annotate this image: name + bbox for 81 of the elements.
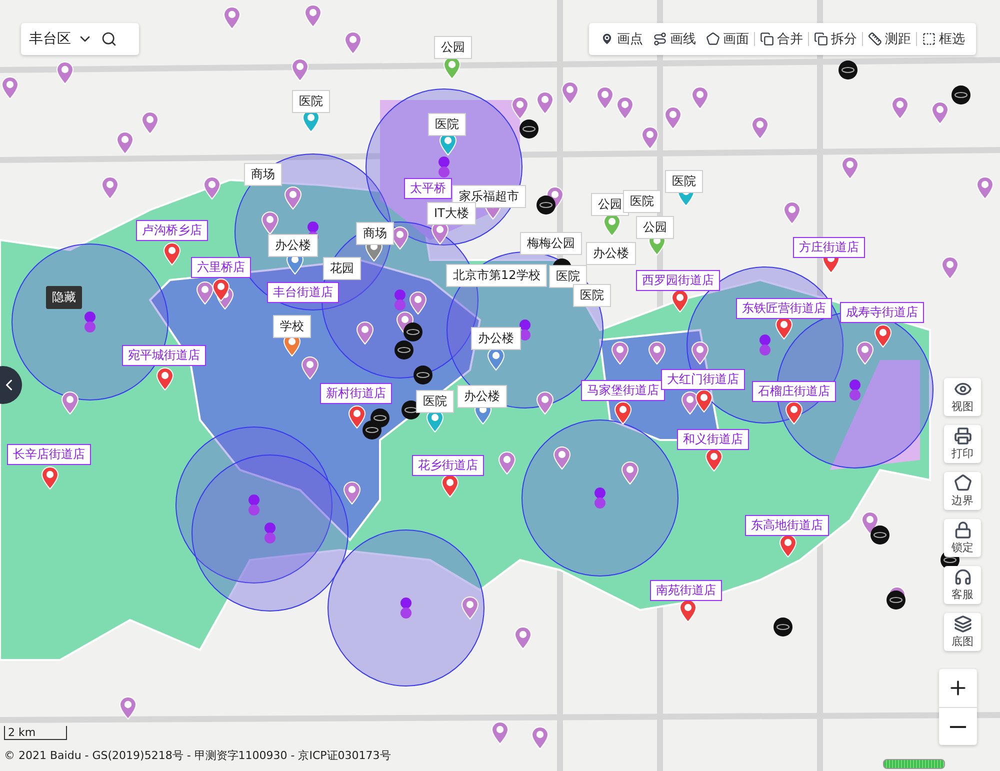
printer-icon: [954, 427, 972, 445]
poi-label: 学校: [273, 315, 311, 338]
side-tool-button[interactable]: 客服: [944, 566, 981, 604]
store-label: 马家堡街道店: [581, 380, 665, 401]
store-label: 卢沟桥乡店: [136, 220, 208, 241]
side-tool-button[interactable]: 打印: [944, 425, 981, 463]
poi-label: 商场: [244, 163, 282, 186]
eye-icon: [954, 380, 972, 398]
poi-label: 商场: [356, 222, 394, 245]
store-label: 长辛店街道店: [7, 444, 91, 465]
store-label: 成寿寺街道店: [840, 302, 924, 323]
poi-label: 医院: [549, 265, 587, 288]
district-select[interactable]: 丰台区: [29, 30, 93, 48]
ruler-icon: [868, 32, 882, 46]
tool-button[interactable]: 测距: [863, 30, 916, 48]
tool-button[interactable]: 画点: [595, 30, 648, 48]
marker-dots-icon: [849, 379, 861, 401]
store-label: 大红门街道店: [661, 369, 745, 390]
tooltip: 隐藏: [46, 286, 82, 309]
pentagon-icon: [954, 474, 972, 492]
poi-label: 公园: [636, 216, 674, 239]
store-label: 石榴庄街道店: [752, 381, 836, 402]
poi-label: 办公楼: [586, 242, 636, 265]
marker-dots-icon: [438, 156, 450, 178]
store-label: 东铁匠营街道店: [736, 298, 832, 319]
headset-icon: [954, 568, 972, 586]
store-label: 和义街道店: [677, 429, 749, 450]
scale-bar: 2 km: [4, 726, 67, 740]
lock-icon: [954, 521, 972, 539]
store-label: 方庄街道店: [793, 237, 865, 258]
side-tool-button[interactable]: 底图: [944, 613, 981, 651]
minus-icon: [950, 726, 966, 728]
poi-label: 公园: [434, 36, 472, 59]
tool-button[interactable]: 合并: [755, 30, 808, 48]
layers-icon: [954, 615, 972, 633]
marker-dots-icon: [400, 597, 412, 619]
tool-button[interactable]: 画线: [648, 30, 701, 48]
tool-button[interactable]: 拆分: [809, 30, 862, 48]
side-tool-button[interactable]: 锁定: [944, 519, 981, 557]
poi-label: 家乐福超市: [452, 185, 526, 208]
poi-label: 医院: [292, 90, 330, 113]
poi-label: 医院: [665, 170, 703, 193]
poi-label: 医院: [428, 113, 466, 136]
marker-dots-icon: [759, 334, 771, 356]
poi-label: IT大楼: [427, 202, 476, 225]
store-label: 六里桥店: [191, 257, 251, 278]
poi-label: 梅梅公园: [520, 232, 582, 255]
store-label: 花乡街道店: [412, 455, 484, 476]
poi-label: 花园: [323, 257, 361, 280]
store-label: 东高地街道店: [745, 515, 829, 536]
store-label: 太平桥: [404, 178, 452, 199]
poi-label: 北京市第12学校: [446, 264, 548, 287]
store-label: 宛平城街道店: [122, 345, 206, 366]
side-tool-button[interactable]: 视图: [944, 378, 981, 416]
store-label: 丰台街道店: [267, 282, 339, 303]
marker-dots-icon: [394, 289, 406, 311]
poi-label: 办公楼: [457, 385, 507, 408]
split-icon: [814, 32, 828, 46]
store-label: 西罗园街道店: [636, 270, 720, 291]
poi-label: 医院: [623, 190, 661, 213]
poi-label: 医院: [573, 284, 611, 307]
tool-button[interactable]: 框选: [917, 30, 970, 48]
search-icon[interactable]: [101, 31, 117, 47]
marker-dots-icon: [264, 522, 276, 544]
route-icon: [653, 32, 667, 46]
marker-dots-icon: [594, 487, 606, 509]
poi-label: 办公楼: [471, 327, 521, 350]
tool-button[interactable]: 画面: [701, 30, 754, 48]
copyright-text: © 2021 Baidu - GS(2019)5218号 - 甲测资字1100930 - 京ICP证030173号: [4, 748, 391, 763]
marker-dots-icon: [519, 319, 531, 341]
loading-bar: [883, 759, 945, 769]
store-label: 新村街道店: [320, 383, 392, 404]
pentagon-icon: [706, 32, 720, 46]
side-tool-button[interactable]: 边界: [944, 472, 981, 510]
marker-dots-icon: [84, 311, 96, 333]
poi-label: 办公楼: [268, 234, 318, 257]
marker-dots-icon: [248, 494, 260, 516]
merge-icon: [760, 32, 774, 46]
poi-label: 医院: [416, 390, 454, 413]
dashed-square-icon: [922, 32, 936, 46]
store-label: 南苑街道店: [650, 580, 722, 601]
